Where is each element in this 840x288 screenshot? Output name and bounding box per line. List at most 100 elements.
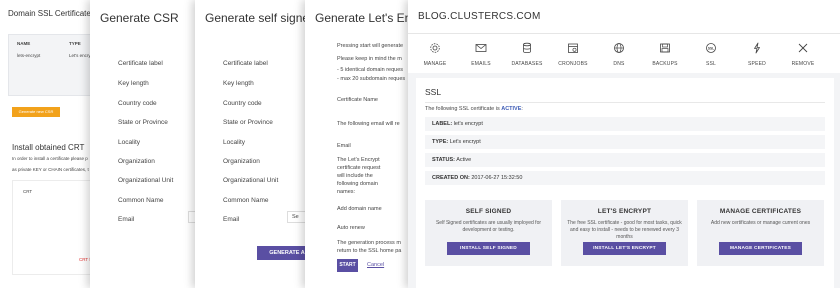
- label-value: let's encrypt: [453, 121, 483, 127]
- type-key: TYPE:: [432, 139, 449, 145]
- ssl-content: SSL The following SSL certificate is ACT…: [416, 78, 834, 288]
- field-label: State or Province: [223, 119, 273, 126]
- field-label: Certificate label: [223, 60, 268, 67]
- nav-manage[interactable]: MANAGE: [411, 34, 459, 74]
- cancel-link[interactable]: Cancel: [367, 262, 384, 270]
- close-icon: [798, 43, 808, 53]
- install-title: Install obtained CRT: [12, 143, 85, 152]
- card-title: MANAGE CERTIFICATES: [719, 208, 802, 215]
- divider: [425, 102, 825, 103]
- label-key: LABEL:: [432, 121, 453, 127]
- intro-text: Please keep in mind the m: [337, 56, 402, 62]
- field-label: Email: [118, 216, 135, 223]
- limit-text: - max 20 subdomain reques: [337, 76, 406, 82]
- svg-text:SSL: SSL: [708, 46, 714, 50]
- status-value: Active: [456, 157, 472, 163]
- limit-text: - 5 identical domain reques: [337, 67, 404, 73]
- nav-emails[interactable]: EMAILS: [457, 34, 505, 74]
- include-note: following domain: [337, 181, 378, 187]
- field-label: Common Name: [118, 197, 164, 204]
- add-domain-label: Add domain name: [337, 206, 382, 212]
- field-label: Certificate label: [118, 60, 163, 67]
- start-button[interactable]: START: [337, 259, 358, 272]
- domain-nav: MANAGE EMAILS DATABASES CRONJOBS DNS BAC…: [408, 33, 840, 73]
- nav-databases[interactable]: DATABASES: [503, 34, 551, 74]
- panel-title: Generate self signed c: [205, 11, 320, 25]
- backup-icon: [660, 43, 670, 53]
- type-value: Let's encrypt: [449, 139, 481, 145]
- globe-icon: [614, 43, 624, 53]
- field-label: Organizational Unit: [223, 177, 279, 184]
- include-note: The Let's Encrypt: [337, 157, 380, 163]
- install-desc-2: as private KEY or CHAIN certificates, t: [12, 167, 89, 172]
- include-note: names:: [337, 189, 356, 195]
- field-label: State or Province: [118, 119, 168, 126]
- nav-dns[interactable]: DNS: [595, 34, 643, 74]
- ssl-icon: SSL: [706, 43, 716, 53]
- domain-detail-panel: BLOG.CLUSTERCS.COM MANAGE EMAILS DATABAS…: [408, 0, 840, 288]
- field-label: Key length: [118, 80, 149, 87]
- email-label: Email: [337, 143, 351, 149]
- manage-certificates-button[interactable]: MANAGE CERTIFICATES: [719, 242, 802, 255]
- section-title: SSL: [425, 87, 442, 97]
- lets-encrypt-card: LET'S ENCRYPT The free SSL certificate -…: [561, 200, 688, 266]
- install-lets-encrypt-button[interactable]: INSTALL LET'S ENCRYPT: [583, 242, 666, 255]
- status-key: STATUS:: [432, 157, 456, 163]
- nav-label: SSL: [705, 61, 717, 67]
- crt-label: CRT: [23, 189, 33, 194]
- created-value: 2017-06-27 15:32:50: [471, 175, 523, 181]
- auto-renew-label: Auto renew: [337, 225, 365, 231]
- nav-label: EMAILS: [471, 61, 491, 67]
- nav-label: BACKUPS: [652, 61, 678, 67]
- status-row: STATUS: Active: [425, 153, 825, 167]
- nav-label: DATABASES: [511, 61, 543, 67]
- status-active: ACTIVE: [501, 106, 522, 112]
- cert-name-label: Certificate Name: [337, 97, 378, 103]
- nav-label: DNS: [613, 61, 625, 67]
- type-row: TYPE: Let's encrypt: [425, 135, 825, 149]
- nav-label: MANAGE: [423, 61, 447, 67]
- status-line: The following SSL certificate is ACTIVE:: [425, 106, 523, 112]
- manage-certificates-card: MANAGE CERTIFICATES Add new certificates…: [697, 200, 824, 266]
- card-title: SELF SIGNED: [465, 208, 512, 215]
- generation-note: return to the SSL home pa: [337, 248, 402, 254]
- nav-cronjobs[interactable]: CRONJOBS: [549, 34, 597, 74]
- generate-self-signed-panel: Generate self signed c Certificate label…: [195, 0, 320, 288]
- panel-title: Generate CSR: [100, 11, 179, 25]
- install-self-signed-button[interactable]: INSTALL SELF SIGNED: [447, 242, 530, 255]
- field-label: Locality: [118, 139, 141, 146]
- generation-note: The generation process m: [337, 240, 401, 246]
- row-name[interactable]: lets-encrypt: [17, 53, 40, 58]
- label-row: LABEL: let's encrypt: [425, 117, 825, 131]
- col-name: NAME: [17, 41, 31, 46]
- nav-remove[interactable]: REMOVE: [779, 34, 827, 74]
- panel-title: Domain SSL Certificates: [8, 9, 95, 18]
- field-label: Common Name: [223, 197, 269, 204]
- field-label: Country code: [223, 100, 262, 107]
- field-label: Locality: [223, 139, 246, 146]
- intro-text: Pressing start will generate: [337, 43, 404, 49]
- field-label: Organization: [223, 158, 260, 165]
- nav-label: REMOVE: [791, 61, 815, 67]
- bolt-icon: [754, 42, 760, 54]
- include-note: will include the: [337, 173, 373, 179]
- email-note: The following email will re: [337, 121, 400, 127]
- nav-backups[interactable]: BACKUPS: [641, 34, 689, 74]
- envelope-icon: [475, 44, 487, 52]
- email-select[interactable]: Se: [287, 211, 307, 223]
- panel-title: Generate Let's Encrypt: [315, 11, 420, 25]
- status-suffix: :: [521, 106, 523, 112]
- card-desc: Add new certificates or manage current o…: [710, 220, 811, 226]
- nav-ssl[interactable]: SSL SSL: [687, 34, 735, 74]
- field-label: Organization: [118, 158, 155, 165]
- card-desc: Self Signed certificates are usually imp…: [435, 220, 542, 233]
- created-row: CREATED ON: 2017-06-27 15:32:50: [425, 171, 825, 185]
- domain-header: BLOG.CLUSTERCS.COM: [408, 0, 840, 33]
- created-key: CREATED ON:: [432, 175, 470, 181]
- generate-new-csr-button[interactable]: Generate new CSR: [12, 107, 60, 117]
- col-type: TYPE: [69, 41, 81, 46]
- nav-label: CRONJOBS: [558, 61, 588, 67]
- include-note: certificate request: [337, 165, 381, 171]
- self-signed-card: SELF SIGNED Self Signed certificates are…: [425, 200, 552, 266]
- nav-speed[interactable]: SPEED: [733, 34, 781, 74]
